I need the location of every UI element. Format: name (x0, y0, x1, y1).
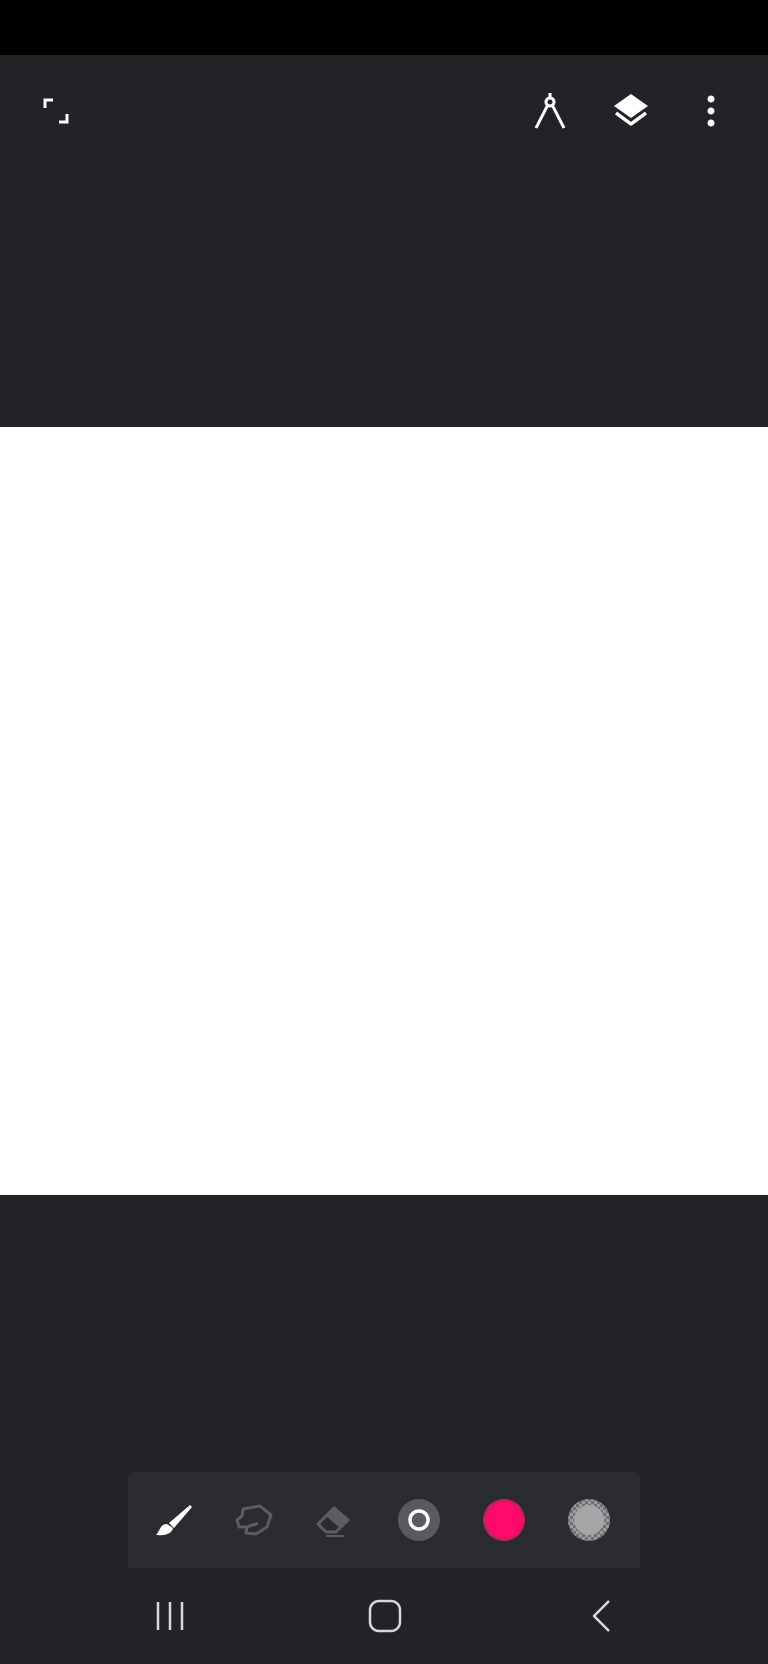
layers-button[interactable] (603, 83, 659, 139)
top-toolbar (0, 55, 768, 167)
brush-tool-button[interactable] (144, 1490, 204, 1550)
drawing-canvas[interactable] (0, 427, 768, 1195)
color-picker-button[interactable] (474, 1490, 534, 1550)
layers-icon (614, 94, 648, 126)
brush-size-icon (398, 1499, 440, 1541)
home-button[interactable] (349, 1586, 421, 1646)
more-vert-icon (707, 95, 715, 127)
tool-dock (128, 1472, 640, 1568)
recent-apps-button[interactable] (134, 1586, 206, 1646)
fullscreen-icon (43, 98, 69, 124)
navigation-bar (0, 1568, 768, 1664)
more-options-button[interactable] (683, 83, 739, 139)
status-bar (0, 0, 768, 55)
opacity-button[interactable] (559, 1490, 619, 1550)
fullscreen-button[interactable] (28, 83, 84, 139)
home-icon (368, 1599, 402, 1633)
opacity-icon (568, 1499, 610, 1541)
back-button[interactable] (565, 1586, 637, 1646)
eraser-icon (316, 1506, 350, 1537)
brush-size-button[interactable] (389, 1490, 449, 1550)
ruler-button[interactable] (522, 83, 578, 139)
back-icon (592, 1600, 610, 1632)
color-swatch-icon (483, 1499, 525, 1541)
recent-apps-icon (156, 1602, 184, 1630)
smudge-icon (235, 1504, 273, 1536)
eraser-tool-button[interactable] (304, 1490, 364, 1550)
smudge-tool-button[interactable] (224, 1490, 284, 1550)
ruler-compass-icon (534, 93, 566, 129)
brush-icon (156, 1505, 192, 1536)
